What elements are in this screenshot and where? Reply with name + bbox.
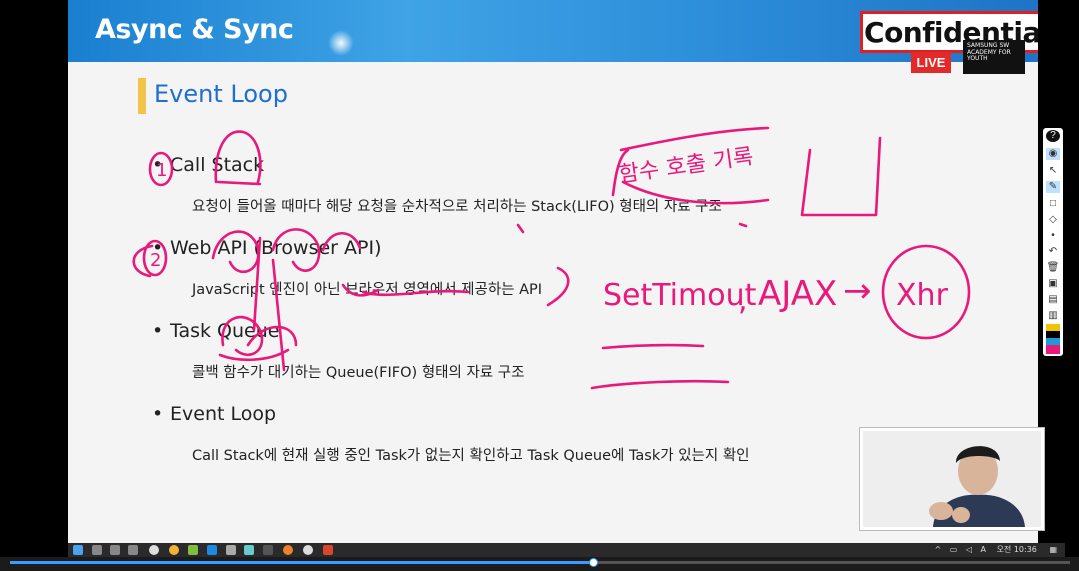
bullet-dot: • <box>152 237 164 259</box>
trash-icon[interactable]: 🗑 <box>1046 262 1060 274</box>
seek-progress <box>10 561 593 564</box>
clipboard-icon[interactable]: ▥ <box>1046 310 1060 322</box>
bullet-desc-web-api: JavaScript 엔진이 아닌 브라우저 영역에서 제공하는 API <box>192 282 543 298</box>
chrome-icon[interactable] <box>169 545 179 555</box>
search-icon[interactable] <box>92 545 102 555</box>
undo-icon[interactable]: ↶ <box>1046 246 1060 258</box>
bullet-title: Call Stack <box>170 154 265 176</box>
ink-dash-2 <box>738 222 748 228</box>
ime-indicator[interactable]: A <box>981 545 986 554</box>
app-white-icon[interactable] <box>303 545 313 555</box>
bullet-call-stack: • Call Stack <box>152 154 264 176</box>
ink-dash-1 <box>516 223 525 234</box>
app-grey-icon[interactable] <box>226 545 236 555</box>
ink-text-korean-note: 함수 호출 기록 <box>617 144 755 188</box>
ink-bracket-2 <box>132 244 154 278</box>
system-tray: ^ ▭ ◁ A 오전 10:36 ▦ <box>934 544 1057 555</box>
terminal-icon[interactable] <box>244 545 254 555</box>
ink-underline-settimeout-2 <box>590 379 730 390</box>
seek-track[interactable] <box>10 558 1070 567</box>
ink-text-comma: , <box>738 283 748 318</box>
bullet-desc-call-stack: 요청이 들어올 때마다 해당 요청을 순차적으로 처리하는 Stack(LIFO… <box>192 199 722 215</box>
vscode-icon[interactable] <box>207 545 217 555</box>
save-icon[interactable]: ▤ <box>1046 294 1060 306</box>
grid-app-icon[interactable] <box>128 545 138 555</box>
left-letterbox <box>0 0 68 543</box>
notification-icon[interactable]: ▦ <box>1049 545 1057 554</box>
section-accent-bar <box>138 78 146 114</box>
bullet-event-loop: • Event Loop <box>152 403 276 425</box>
bullet-title: Event Loop <box>170 403 277 425</box>
color-swatch-black[interactable] <box>1046 331 1060 338</box>
ink-text-settimeout: SetTimout <box>603 278 757 313</box>
ink-note-bracket <box>611 148 630 197</box>
bullet-title: Web API (Browser API) <box>170 237 382 259</box>
cursor-icon[interactable]: ↖ <box>1046 165 1060 177</box>
video-controls <box>0 557 1079 571</box>
bullet-desc-task-queue: 콜백 함수가 대기하는 Queue(FIFO) 형태의 자료 구조 <box>192 365 525 381</box>
windows-taskbar: ^ ▭ ◁ A 오전 10:36 ▦ <box>68 543 1065 557</box>
bullet-task-queue: • Task Queue <box>152 320 279 342</box>
ink-underline-settimeout-1 <box>601 343 705 350</box>
color-swatch-pink[interactable] <box>1046 345 1060 354</box>
ink-text-ajax: AJAX <box>758 274 837 314</box>
bullet-dot: • <box>152 154 164 176</box>
bullet-desc-event-loop: Call Stack에 현재 실행 중인 Task가 없는지 확인하고 Task… <box>192 448 750 464</box>
help-icon[interactable]: ? <box>1046 130 1060 142</box>
annotation-toolbar: ? ◉ ↖ ✎ □ ◇ • ↶ 🗑 ▣ ▤ ▥ <box>1043 128 1063 356</box>
eraser-icon[interactable]: ◇ <box>1046 214 1060 226</box>
powerpoint-icon[interactable] <box>323 545 333 555</box>
volume-icon[interactable]: ◁ <box>966 545 972 554</box>
ink-line-down-2 <box>271 258 286 372</box>
ink-underline-call <box>216 180 262 186</box>
ink-u-shape <box>800 136 882 217</box>
bullet-dot: • <box>152 403 164 425</box>
seek-handle[interactable] <box>589 558 598 567</box>
color-swatch-blue[interactable] <box>1046 338 1060 345</box>
app-orange-icon[interactable] <box>283 545 293 555</box>
camera-icon[interactable]: ▣ <box>1046 278 1060 290</box>
header-glow <box>328 30 354 56</box>
map-pin-app-icon[interactable] <box>149 545 159 555</box>
eye-icon[interactable]: ◉ <box>1046 148 1060 160</box>
ink-circle-xhr <box>881 244 971 340</box>
ink-arc-api <box>546 266 570 307</box>
presenter-figure <box>863 431 1041 527</box>
ink-text-xhr: Xhr <box>896 278 949 313</box>
color-swatch-yellow[interactable] <box>1046 324 1060 331</box>
ink-note-line-top <box>619 126 770 152</box>
dot-icon[interactable]: • <box>1046 230 1060 242</box>
windows-start-icon[interactable] <box>73 545 83 555</box>
slide-header-title: Async & Sync <box>95 14 294 45</box>
bullet-dot: • <box>152 320 164 342</box>
tray-arrow-icon[interactable]: ^ <box>934 545 941 554</box>
section-title: Event Loop <box>154 80 288 108</box>
pen-icon[interactable]: ✎ <box>1046 181 1060 193</box>
ink-text-arrow: → <box>843 271 872 311</box>
presenter-webcam <box>859 427 1045 531</box>
app-green-icon[interactable] <box>188 545 198 555</box>
task-view-icon[interactable] <box>110 545 120 555</box>
ink-underline-task-queue <box>218 348 290 362</box>
network-icon[interactable]: ▭ <box>950 545 958 554</box>
bullet-title: Task Queue <box>170 320 280 342</box>
academy-logo: SAMSUNG SW ACADEMY FOR YOUTH <box>963 40 1025 74</box>
clock[interactable]: 오전 10:36 <box>997 545 1037 554</box>
shape-icon[interactable]: □ <box>1046 198 1060 210</box>
live-badge: LIVE <box>911 52 951 73</box>
webcam-frame <box>863 431 1041 527</box>
bullet-web-api: • Web API (Browser API) <box>152 237 381 259</box>
app-dark-icon[interactable] <box>263 545 273 555</box>
